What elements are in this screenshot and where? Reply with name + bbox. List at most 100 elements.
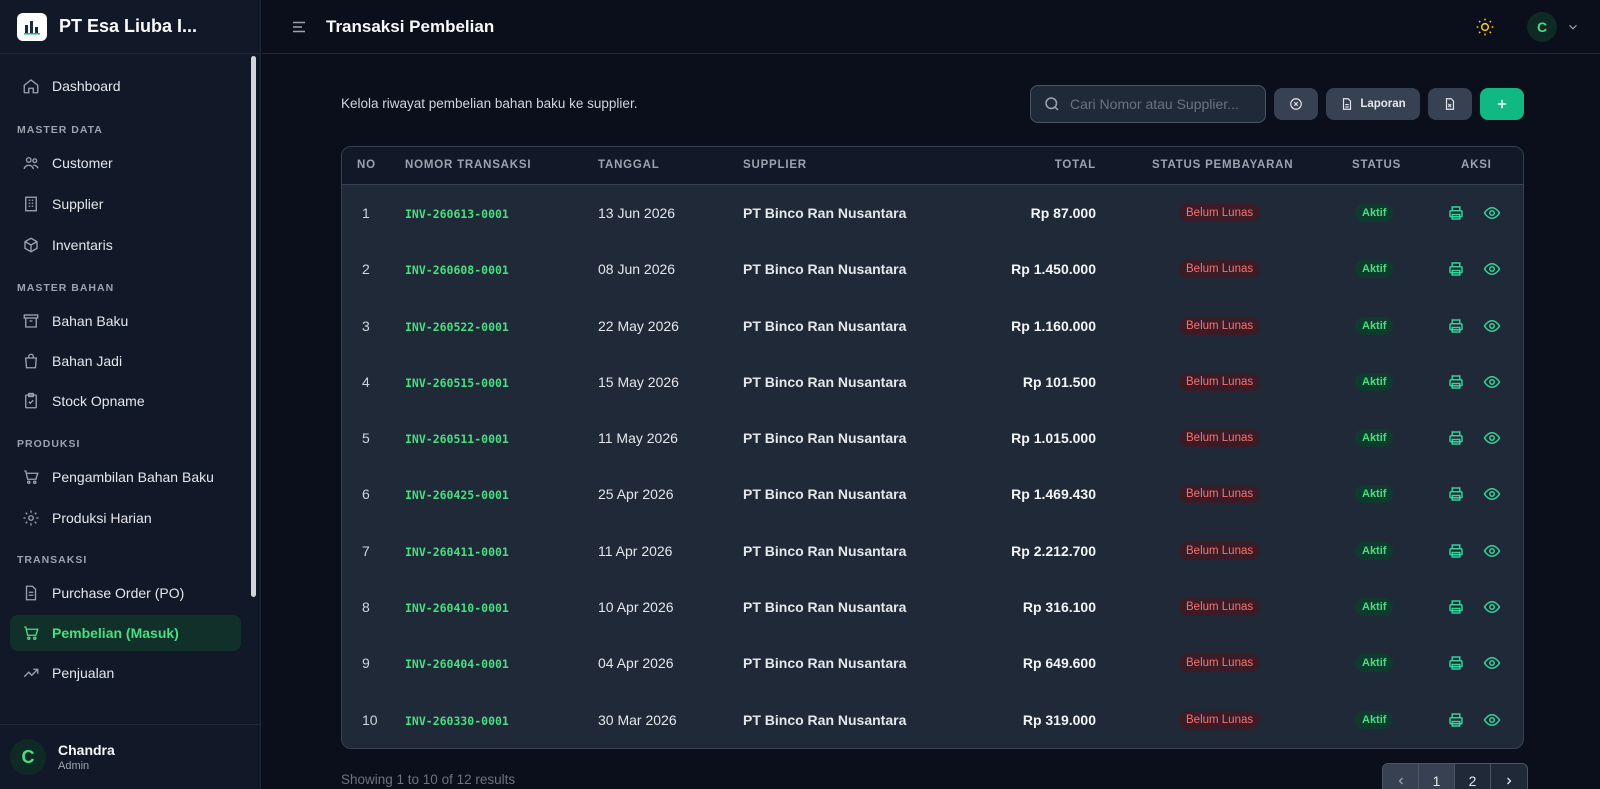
row-number: 6 [362,486,370,503]
purchase-table: NO NOMOR TRANSAKSI TANGGAL SUPPLIER TOTA… [341,146,1524,749]
export-button[interactable] [1428,88,1472,120]
sidebar-item-inventaris[interactable]: Inventaris [10,227,241,263]
column-header-total[interactable]: TOTAL [1055,159,1096,171]
status-badge: Aktif [1355,598,1394,617]
transaction-number[interactable]: INV-260425-0001 [405,488,509,502]
page-1-button[interactable]: 1 [1419,764,1455,789]
printer-icon[interactable] [1447,373,1465,391]
total-amount: Rp 101.500 [1022,373,1096,390]
sidebar-item-label: Penjualan [52,665,115,681]
sun-icon[interactable] [1475,17,1495,37]
transaction-number[interactable]: INV-260404-0001 [405,657,509,671]
column-header-nomor[interactable]: NOMOR TRANSAKSI [405,159,531,171]
column-header-status-pembayaran[interactable]: STATUS PEMBAYARAN [1152,159,1293,171]
table-row[interactable]: 6 INV-260425-0001 25 Apr 2026 PT Binco R… [342,466,1523,522]
column-header-no[interactable]: NO [357,159,376,171]
table-row[interactable]: 2 INV-260608-0001 08 Jun 2026 PT Binco R… [342,241,1523,297]
eye-icon[interactable] [1483,260,1501,278]
transaction-date: 22 May 2026 [598,317,679,334]
transaction-number[interactable]: INV-260330-0001 [405,714,509,728]
transaction-number[interactable]: INV-260411-0001 [405,545,509,559]
table-row[interactable]: 8 INV-260410-0001 10 Apr 2026 PT Binco R… [342,579,1523,635]
sidebar-item-label: Dashboard [52,78,121,94]
transaction-number[interactable]: INV-260608-0001 [405,263,509,277]
printer-icon[interactable] [1447,485,1465,503]
payment-status-badge: Belum Lunas [1179,316,1261,335]
sidebar-scrollbar[interactable] [251,56,256,597]
transaction-number[interactable]: INV-260613-0001 [405,207,509,221]
eye-icon[interactable] [1483,317,1501,335]
transaction-date: 25 Apr 2026 [598,486,674,503]
printer-icon[interactable] [1447,204,1465,222]
printer-icon[interactable] [1447,542,1465,560]
sidebar-item-pengambilan[interactable]: Pengambilan Bahan Baku [10,459,241,495]
sidebar-item-purchase-order[interactable]: Purchase Order (PO) [10,575,241,611]
avatar[interactable]: C [1527,12,1557,42]
sidebar-item-supplier[interactable]: Supplier [10,186,241,222]
sidebar-item-stock-opname[interactable]: Stock Opname [10,383,241,419]
chevron-down-icon[interactable] [1566,20,1580,34]
printer-icon[interactable] [1447,260,1465,278]
sidebar-item-bahan-baku[interactable]: Bahan Baku [10,303,241,339]
printer-icon[interactable] [1447,429,1465,447]
menu-icon[interactable] [290,18,308,36]
shopping-bag-icon [22,352,40,370]
column-header-supplier[interactable]: SUPPLIER [743,159,807,171]
building-icon [22,195,40,213]
user-profile[interactable]: C Chandra Admin [0,724,261,789]
next-page-button[interactable] [1491,764,1527,789]
status-badge: Aktif [1355,429,1394,448]
row-number: 7 [362,542,370,559]
sidebar-item-penjualan[interactable]: Penjualan [10,655,241,691]
table-row[interactable]: 7 INV-260411-0001 11 Apr 2026 PT Binco R… [342,523,1523,579]
transaction-number[interactable]: INV-260511-0001 [405,432,509,446]
previous-page-button[interactable] [1383,764,1419,789]
company-logo-icon [17,12,47,41]
transaction-number[interactable]: INV-260515-0001 [405,376,509,390]
report-button[interactable]: Laporan [1326,88,1420,120]
add-purchase-button[interactable] [1480,88,1524,120]
search-box[interactable] [1030,85,1266,123]
eye-icon[interactable] [1483,485,1501,503]
sidebar-item-pembelian[interactable]: Pembelian (Masuk) [10,615,241,651]
transaction-number[interactable]: INV-260410-0001 [405,601,509,615]
column-header-tanggal[interactable]: TANGGAL [598,159,660,171]
sidebar-item-customer[interactable]: Customer [10,145,241,181]
column-header-status[interactable]: STATUS [1352,159,1401,171]
sidebar-item-bahan-jadi[interactable]: Bahan Jadi [10,343,241,379]
page-2-button[interactable]: 2 [1455,764,1491,789]
transaction-date: 10 Apr 2026 [598,599,674,616]
printer-icon[interactable] [1447,598,1465,616]
supplier-name: PT Binco Ran Nusantara [743,542,907,559]
eye-icon[interactable] [1483,598,1501,616]
sidebar-item-produksi-harian[interactable]: Produksi Harian [10,500,241,536]
search-input[interactable] [1070,96,1250,112]
transaction-number[interactable]: INV-260522-0001 [405,320,509,334]
clipboard-check-icon [22,392,40,410]
status-badge: Aktif [1355,485,1394,504]
table-row[interactable]: 5 INV-260511-0001 11 May 2026 PT Binco R… [342,410,1523,466]
sidebar-item-label: Inventaris [52,237,113,253]
sidebar-item-label: Bahan Jadi [52,353,123,369]
cart-icon [22,624,40,642]
printer-icon[interactable] [1447,654,1465,672]
sidebar-item-dashboard[interactable]: Dashboard [10,68,241,104]
clear-filter-button[interactable] [1274,88,1318,120]
eye-icon[interactable] [1483,373,1501,391]
eye-icon[interactable] [1483,654,1501,672]
table-row[interactable]: 4 INV-260515-0001 15 May 2026 PT Binco R… [342,354,1523,410]
close-circle-icon [1290,98,1302,110]
eye-icon[interactable] [1483,542,1501,560]
eye-icon[interactable] [1483,711,1501,729]
table-row[interactable]: 9 INV-260404-0001 04 Apr 2026 PT Binco R… [342,635,1523,691]
printer-icon[interactable] [1447,711,1465,729]
brand[interactable]: PT Esa Liuba I... [0,0,260,54]
table-row[interactable]: 10 INV-260330-0001 30 Mar 2026 PT Binco … [342,692,1523,748]
payment-status-badge: Belum Lunas [1179,541,1261,560]
printer-icon[interactable] [1447,317,1465,335]
chevron-left-icon [1398,777,1403,785]
eye-icon[interactable] [1483,204,1501,222]
table-row[interactable]: 3 INV-260522-0001 22 May 2026 PT Binco R… [342,298,1523,354]
table-row[interactable]: 1 INV-260613-0001 13 Jun 2026 PT Binco R… [342,185,1523,241]
eye-icon[interactable] [1483,429,1501,447]
